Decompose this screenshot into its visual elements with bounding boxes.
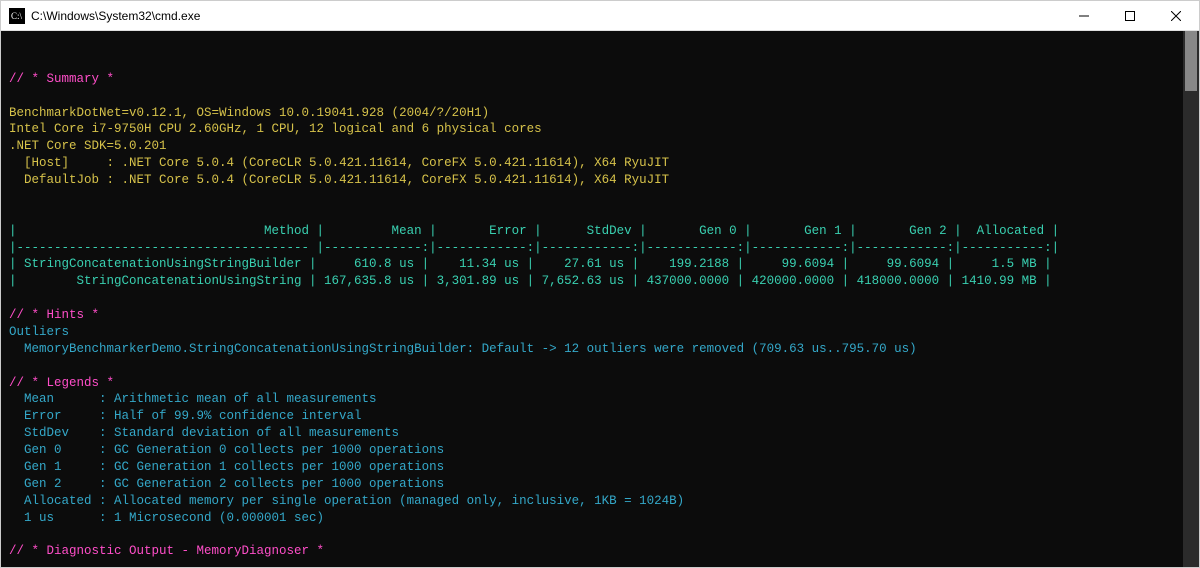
- outliers-line: MemoryBenchmarkerDemo.StringConcatenatio…: [9, 342, 917, 356]
- legend-gen0: Gen 0 : GC Generation 0 collects per 100…: [9, 443, 444, 457]
- hints-header: // * Hints *: [9, 308, 99, 322]
- table-row: | StringConcatenationUsingStringBuilder …: [9, 257, 1052, 271]
- env-line1: BenchmarkDotNet=v0.12.1, OS=Windows 10.0…: [9, 106, 489, 120]
- table-divider: |---------------------------------------…: [9, 241, 1059, 255]
- titlebar[interactable]: C:\ C:\Windows\System32\cmd.exe: [1, 1, 1199, 31]
- window-title: C:\Windows\System32\cmd.exe: [31, 9, 200, 23]
- legend-mean: Mean : Arithmetic mean of all measuremen…: [9, 392, 377, 406]
- scrollbar-thumb[interactable]: [1185, 31, 1197, 91]
- outliers-label: Outliers: [9, 325, 69, 339]
- legend-gen1: Gen 1 : GC Generation 1 collects per 100…: [9, 460, 444, 474]
- legend-gen2: Gen 2 : GC Generation 2 collects per 100…: [9, 477, 444, 491]
- env-line2: Intel Core i7-9750H CPU 2.60GHz, 1 CPU, …: [9, 122, 542, 136]
- terminal-output[interactable]: // * Summary * BenchmarkDotNet=v0.12.1, …: [1, 31, 1199, 567]
- legend-error: Error : Half of 99.9% confidence interva…: [9, 409, 362, 423]
- summary-header: // * Summary *: [9, 72, 114, 86]
- cmd-window: C:\ C:\Windows\System32\cmd.exe // * Sum…: [0, 0, 1200, 568]
- window-controls: [1061, 1, 1199, 30]
- maximize-button[interactable]: [1107, 1, 1153, 30]
- legends-header: // * Legends *: [9, 376, 114, 390]
- legend-stddev: StdDev : Standard deviation of all measu…: [9, 426, 399, 440]
- scrollbar[interactable]: [1183, 31, 1199, 567]
- close-button[interactable]: [1153, 1, 1199, 30]
- env-host-val: .NET Core 5.0.4 (CoreCLR 5.0.421.11614, …: [122, 156, 670, 170]
- env-job-val: .NET Core 5.0.4 (CoreCLR 5.0.421.11614, …: [122, 173, 670, 187]
- legend-alloc: Allocated : Allocated memory per single …: [9, 494, 684, 508]
- diag-header: // * Diagnostic Output - MemoryDiagnoser…: [9, 544, 324, 558]
- env-job-label: DefaultJob :: [9, 173, 122, 187]
- table-row: | StringConcatenationUsingString | 167,6…: [9, 274, 1052, 288]
- svg-text:C:\: C:\: [11, 11, 23, 21]
- cmd-icon: C:\: [9, 8, 25, 24]
- legend-us: 1 us : 1 Microsecond (0.000001 sec): [9, 511, 324, 525]
- env-line3: .NET Core SDK=5.0.201: [9, 139, 167, 153]
- table-header: | Method | Mean | Error | StdDev | Gen 0…: [9, 224, 1059, 238]
- env-host-label: [Host] :: [9, 156, 122, 170]
- minimize-button[interactable]: [1061, 1, 1107, 30]
